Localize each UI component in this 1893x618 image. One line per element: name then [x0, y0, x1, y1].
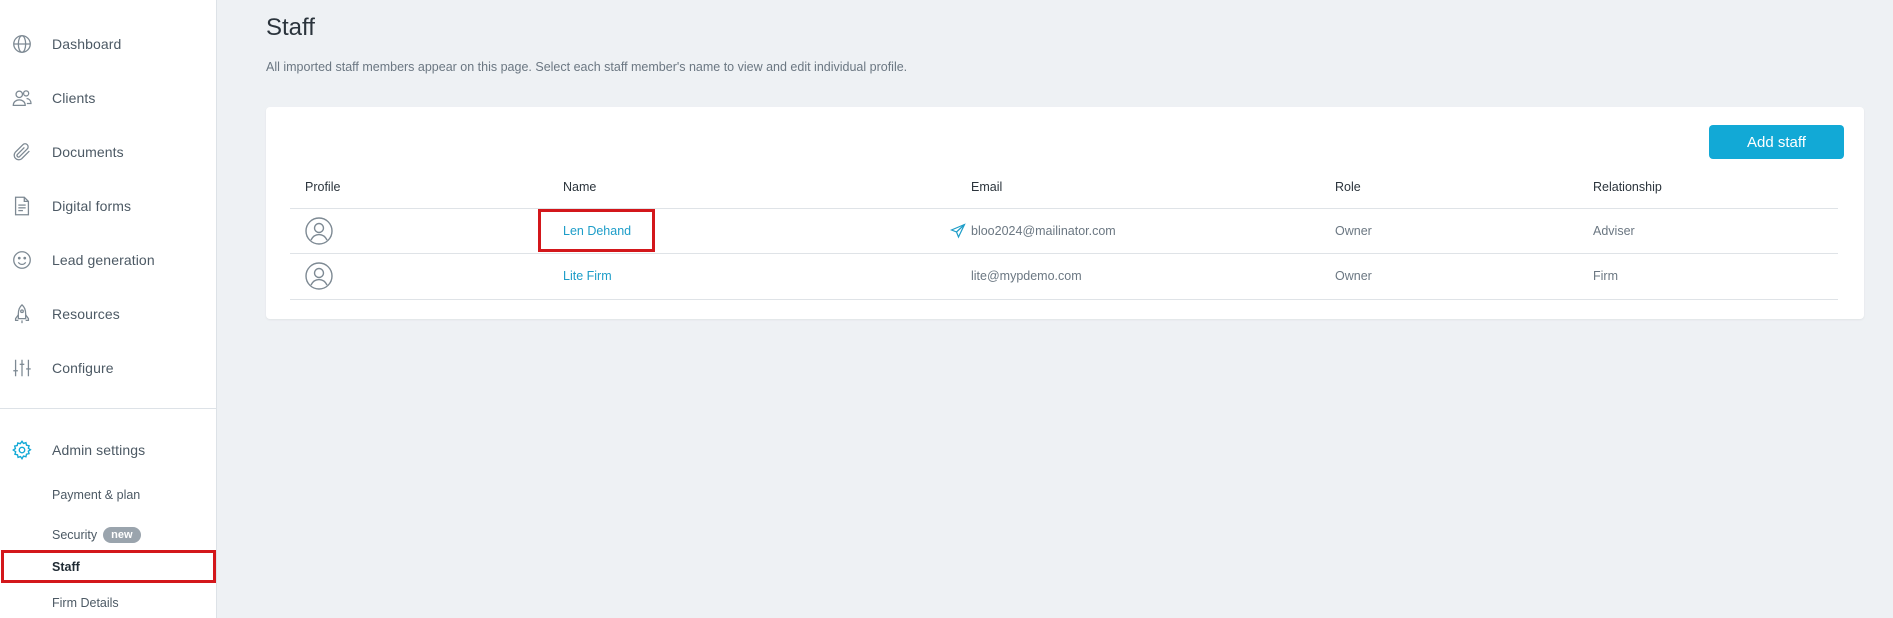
- sidebar-item-label: Dashboard: [52, 36, 122, 52]
- sidebar-item-label: Admin settings: [52, 442, 146, 458]
- sidebar-subitem-payment-plan[interactable]: Payment & plan: [0, 480, 216, 510]
- sidebar-divider: [0, 408, 216, 409]
- sidebar-item-documents[interactable]: Documents: [0, 132, 216, 172]
- sidebar-item-label: Documents: [52, 144, 124, 160]
- staff-name-link[interactable]: Lite Firm: [563, 254, 612, 298]
- sidebar-item-admin-settings[interactable]: Admin settings: [0, 430, 216, 470]
- sidebar-item-configure[interactable]: Configure: [0, 348, 216, 388]
- users-icon: [10, 86, 34, 110]
- column-header-relationship: Relationship: [1593, 180, 1662, 194]
- column-header-profile: Profile: [305, 180, 341, 194]
- page-title: Staff: [266, 14, 315, 41]
- sliders-icon: [10, 356, 34, 380]
- sidebar-item-label: Resources: [52, 306, 120, 322]
- staff-email: bloo2024@mailinator.com: [971, 224, 1116, 238]
- sidebar-item-label: Lead generation: [52, 252, 155, 268]
- send-icon[interactable]: [950, 209, 966, 253]
- sidebar-subitem-staff[interactable]: Staff: [0, 552, 216, 582]
- avatar-icon: [304, 209, 334, 253]
- column-header-role: Role: [1335, 180, 1361, 194]
- sidebar-subitem-label: Payment & plan: [52, 488, 141, 502]
- document-icon: [10, 194, 34, 218]
- add-staff-button[interactable]: Add staff: [1709, 125, 1844, 159]
- sidebar-item-label: Digital forms: [52, 198, 132, 214]
- sidebar-item-resources[interactable]: Resources: [0, 294, 216, 334]
- rocket-icon: [10, 302, 34, 326]
- sidebar-item-label: Configure: [52, 360, 114, 376]
- sidebar-subitem-label: Staff: [52, 560, 80, 574]
- page-description: All imported staff members appear on thi…: [266, 60, 908, 74]
- staff-email: lite@mypdemo.com: [971, 269, 1082, 283]
- globe-icon: [10, 32, 34, 56]
- staff-name-link[interactable]: Len Dehand: [563, 209, 631, 253]
- column-header-email: Email: [971, 180, 1003, 194]
- sidebar-item-clients[interactable]: Clients: [0, 78, 216, 118]
- sidebar-item-digital-forms[interactable]: Digital forms: [0, 186, 216, 226]
- sidebar-subitem-security[interactable]: Security new: [0, 520, 216, 550]
- gear-icon: [10, 438, 34, 462]
- sidebar-subitem-label: Security: [52, 528, 98, 542]
- smiley-icon: [10, 248, 34, 272]
- new-badge: new: [103, 527, 141, 543]
- staff-role: Owner: [1335, 224, 1372, 238]
- sidebar-item-lead-generation[interactable]: Lead generation: [0, 240, 216, 280]
- sidebar-item-label: Clients: [52, 90, 96, 106]
- staff-role: Owner: [1335, 269, 1372, 283]
- column-header-name: Name: [563, 180, 597, 194]
- table-row: Len Dehand bloo2024@mailinator.com Owner…: [290, 209, 1838, 253]
- paperclip-icon: [10, 140, 34, 164]
- staff-card: Add staff Profile Name Email Role Relati…: [266, 107, 1864, 319]
- table-divider: [290, 299, 1838, 300]
- table-row: Lite Firm lite@mypdemo.com Owner Firm: [290, 254, 1838, 298]
- sidebar-item-dashboard[interactable]: Dashboard: [0, 24, 216, 64]
- staff-relationship: Adviser: [1593, 224, 1635, 238]
- staff-relationship: Firm: [1593, 269, 1618, 283]
- sidebar: Dashboard Clients Documents Digital form…: [0, 0, 217, 618]
- sidebar-subitem-firm-details[interactable]: Firm Details: [0, 588, 216, 618]
- sidebar-subitem-label: Firm Details: [52, 596, 119, 610]
- avatar-icon: [304, 254, 334, 298]
